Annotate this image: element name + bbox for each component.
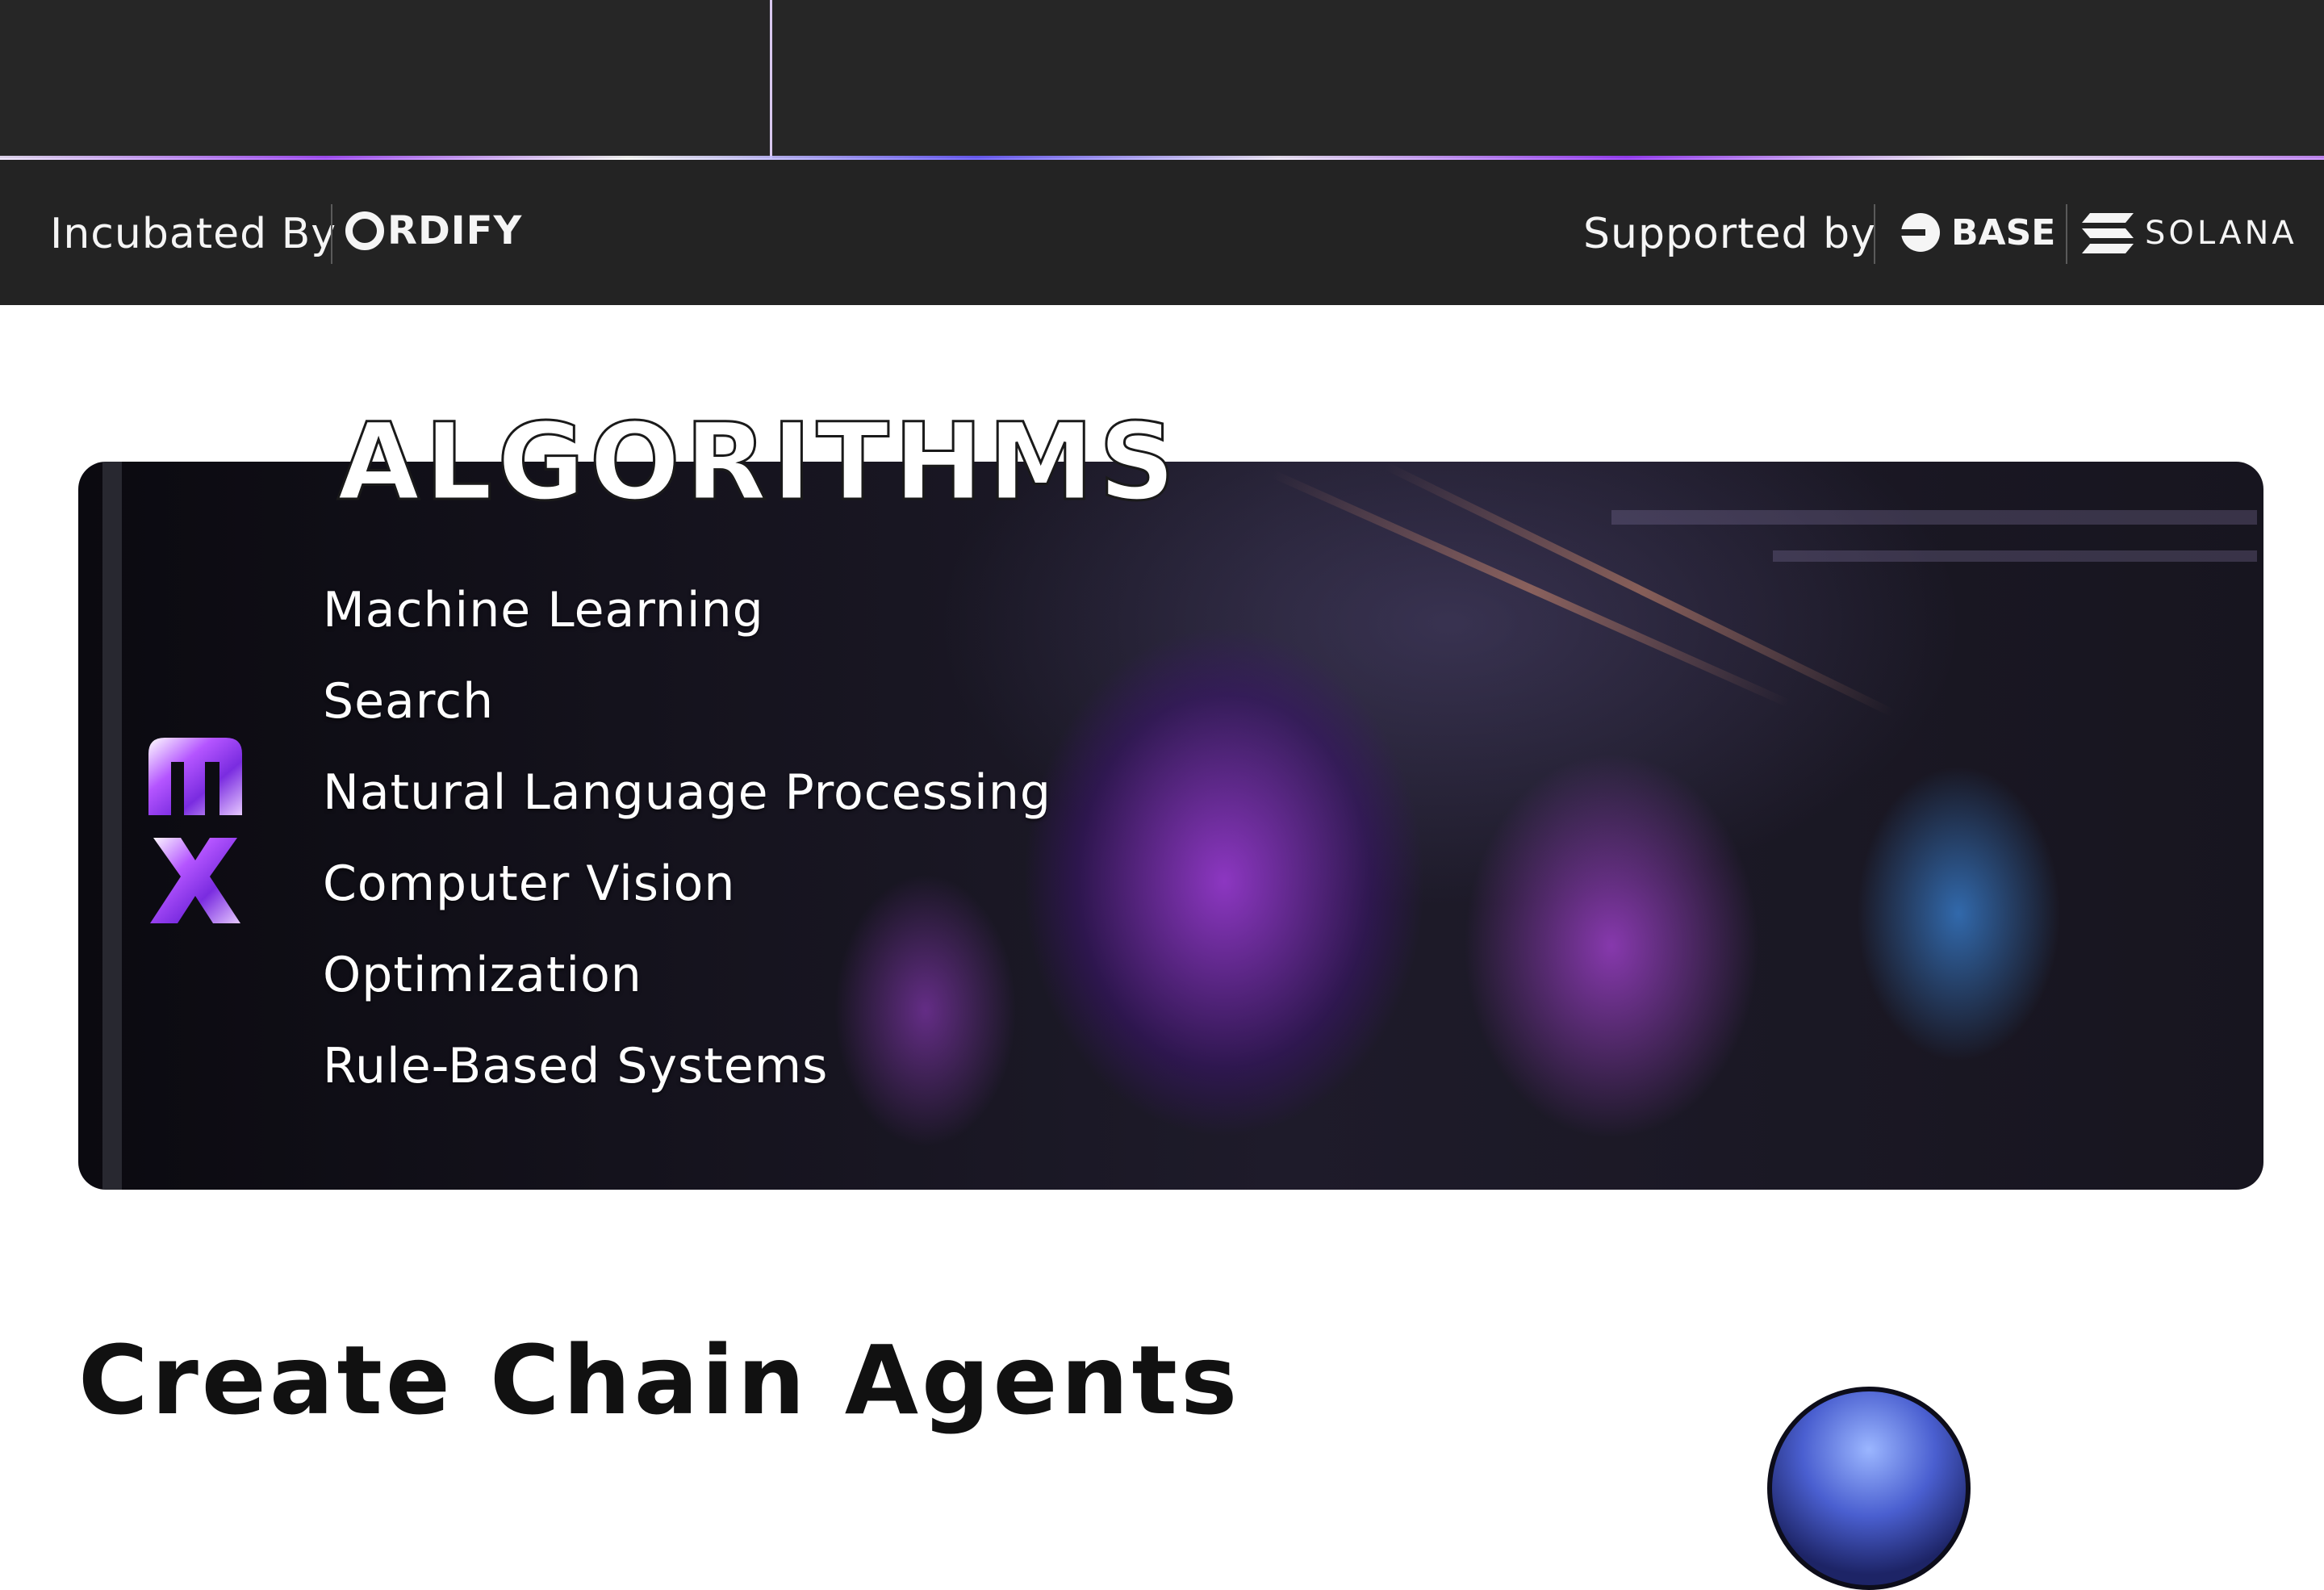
ceiling-light-beam bbox=[1383, 462, 1896, 718]
list-item: Optimization bbox=[323, 947, 642, 1003]
header-band bbox=[0, 0, 2324, 158]
ordify-logo[interactable]: RDIFY bbox=[345, 207, 522, 255]
list-item: Computer Vision bbox=[323, 856, 736, 912]
supported-by-label: Supported by bbox=[1583, 210, 1876, 258]
base-logo[interactable]: BASE bbox=[1901, 210, 2055, 255]
create-chain-agents-title: Create Chain Agents bbox=[78, 1324, 1241, 1436]
algorithms-title: ALGORITHMS bbox=[336, 400, 1181, 525]
partner-bar: Incubated By RDIFY Supported by BASE SOL… bbox=[0, 160, 2324, 305]
partner-separator bbox=[1874, 204, 1875, 264]
ordify-ring-icon bbox=[345, 211, 384, 250]
ceiling-light-beam bbox=[1270, 470, 1791, 708]
left-pillar bbox=[102, 462, 122, 1190]
partner-separator bbox=[2066, 204, 2067, 264]
algorithms-list: Machine Learning Search Natural Language… bbox=[323, 565, 1051, 1112]
incubated-by-label: Incubated By bbox=[50, 210, 337, 258]
list-item: Search bbox=[323, 673, 495, 730]
solana-logo[interactable]: SOLANA bbox=[2082, 211, 2297, 255]
agent-orb-image bbox=[1767, 1387, 1971, 1590]
nx-logo-icon bbox=[148, 738, 242, 923]
list-item: Rule-Based Systems bbox=[323, 1038, 829, 1094]
base-disc-icon bbox=[1901, 213, 1940, 252]
base-logo-text: BASE bbox=[1951, 211, 2056, 253]
solana-logo-text: SOLANA bbox=[2145, 215, 2297, 252]
ceiling-rail bbox=[1773, 550, 2257, 562]
ordify-logo-text: RDIFY bbox=[387, 208, 523, 253]
header-divider bbox=[770, 0, 772, 158]
ceiling-rail bbox=[1611, 510, 2257, 525]
solana-icon bbox=[2082, 213, 2134, 253]
list-item: Natural Language Processing bbox=[323, 764, 1051, 821]
list-item: Machine Learning bbox=[323, 582, 764, 638]
partner-separator bbox=[331, 204, 332, 264]
